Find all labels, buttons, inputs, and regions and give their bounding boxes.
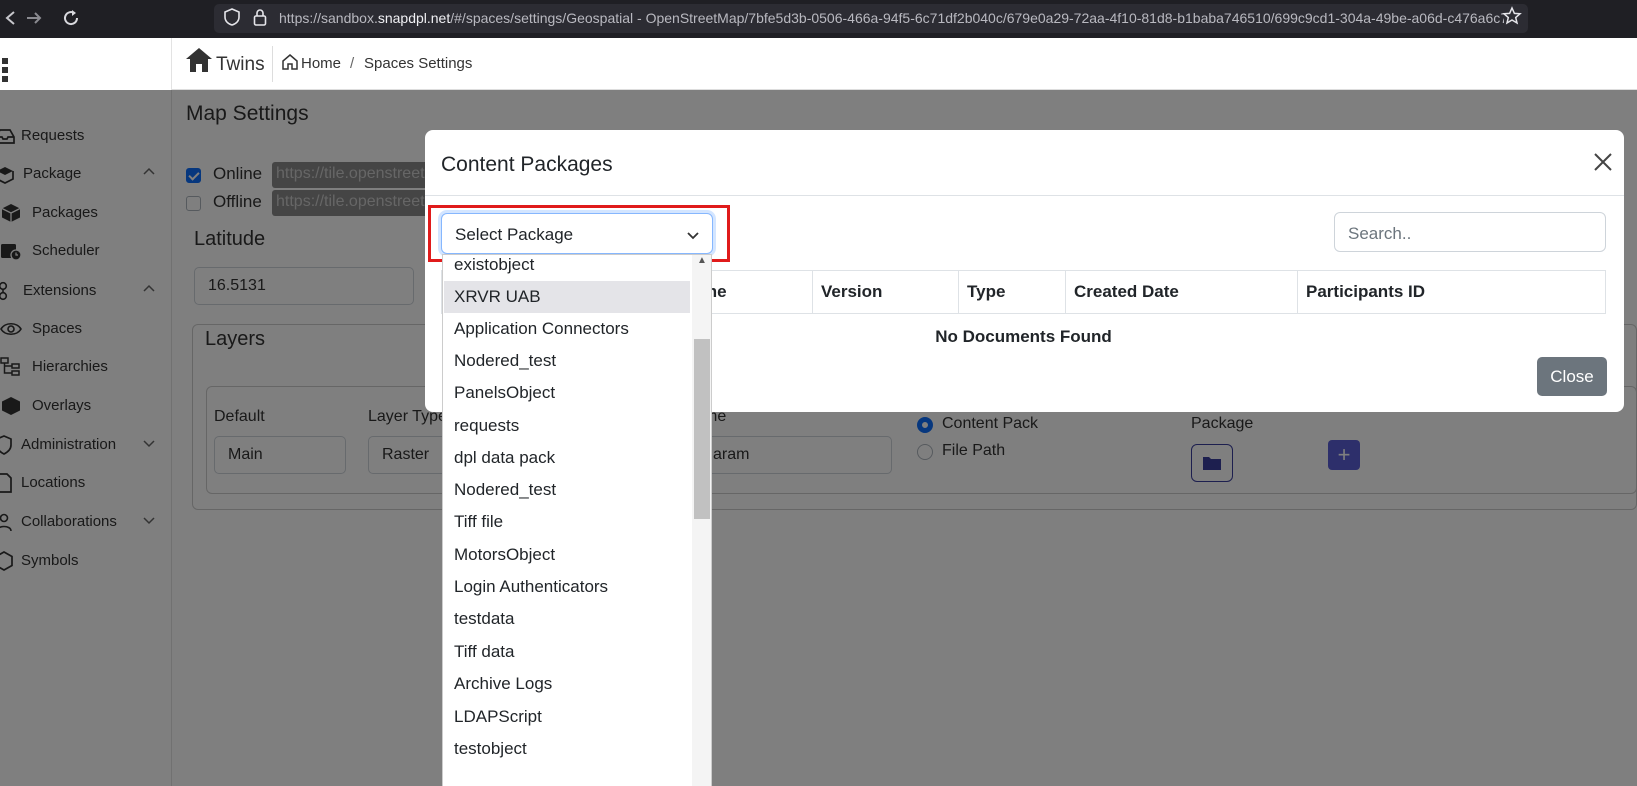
- dropdown-option[interactable]: requests: [444, 410, 690, 442]
- dropdown-option[interactable]: PanelsObject: [444, 377, 690, 409]
- package-select[interactable]: Select Package: [441, 213, 713, 254]
- shield-icon[interactable]: [222, 8, 242, 28]
- modal-title: Content Packages: [441, 153, 613, 176]
- scroll-up-arrow-icon[interactable]: ▲: [697, 255, 707, 267]
- package-select-value: Select Package: [455, 225, 574, 244]
- dropdown-option[interactable]: Application Connectors: [444, 313, 690, 345]
- dropdown-option[interactable]: Archive Logs: [444, 668, 690, 700]
- header-divider: [272, 46, 273, 82]
- dropdown-option[interactable]: testdata: [444, 603, 690, 635]
- search-input[interactable]: Search..: [1334, 212, 1606, 252]
- url-text[interactable]: https://sandbox.snapdpl.net/#/spaces/set…: [279, 10, 1504, 27]
- dropdown-option[interactable]: existobject: [444, 255, 690, 281]
- column-header-created-date[interactable]: Created Date: [1065, 270, 1298, 314]
- close-button[interactable]: Close: [1537, 357, 1607, 396]
- bookmark-star-icon[interactable]: [1500, 6, 1524, 30]
- breadcrumb-separator: /: [350, 55, 355, 72]
- dropdown-scrollbar-thumb[interactable]: [694, 339, 710, 519]
- column-header-participants-id[interactable]: Participants ID: [1297, 270, 1606, 314]
- dropdown-option[interactable]: dpl data pack: [444, 442, 690, 474]
- modal-header: Content Packages: [425, 130, 1624, 196]
- brand-name[interactable]: Twins: [216, 54, 265, 76]
- browser-toolbar: https://sandbox.snapdpl.net/#/spaces/set…: [0, 0, 1637, 38]
- close-icon[interactable]: [1591, 150, 1615, 174]
- home-icon[interactable]: [281, 53, 299, 71]
- dropdown-option[interactable]: MotorsObject: [444, 539, 690, 571]
- dropdown-option[interactable]: Tiff data: [444, 636, 690, 668]
- dropdown-option[interactable]: LDAPScript: [444, 701, 690, 733]
- back-icon[interactable]: [0, 7, 22, 29]
- chevron-down-icon: [687, 232, 699, 240]
- dropdown-option-highlighted[interactable]: XRVR UAB: [444, 281, 690, 313]
- app-header: Twins Home / Spaces Settings: [172, 38, 1637, 90]
- home-brand-icon[interactable]: [184, 46, 214, 78]
- header-spacer: [0, 38, 172, 90]
- reload-icon[interactable]: [60, 7, 82, 29]
- forward-icon[interactable]: [23, 7, 45, 29]
- column-header-type[interactable]: Type: [958, 270, 1066, 314]
- package-dropdown-list: existobject XRVR UAB Application Connect…: [442, 254, 712, 786]
- dropdown-option[interactable]: Login Authenticators: [444, 571, 690, 603]
- lock-icon[interactable]: [250, 8, 270, 28]
- breadcrumb-home[interactable]: Home: [301, 55, 341, 72]
- column-header-version[interactable]: Version: [812, 270, 959, 314]
- breadcrumb-current: Spaces Settings: [364, 55, 473, 72]
- address-bar[interactable]: https://sandbox.snapdpl.net/#/spaces/set…: [214, 4, 1528, 33]
- dropdown-option[interactable]: Tiff file: [444, 506, 690, 538]
- dropdown-option[interactable]: Nodered_test: [444, 345, 690, 377]
- dropdown-option[interactable]: Nodered_test: [444, 474, 690, 506]
- dropdown-scrollbar[interactable]: ▲: [692, 255, 711, 786]
- search-placeholder: Search..: [1348, 224, 1412, 243]
- dropdown-option[interactable]: testobject: [444, 733, 690, 765]
